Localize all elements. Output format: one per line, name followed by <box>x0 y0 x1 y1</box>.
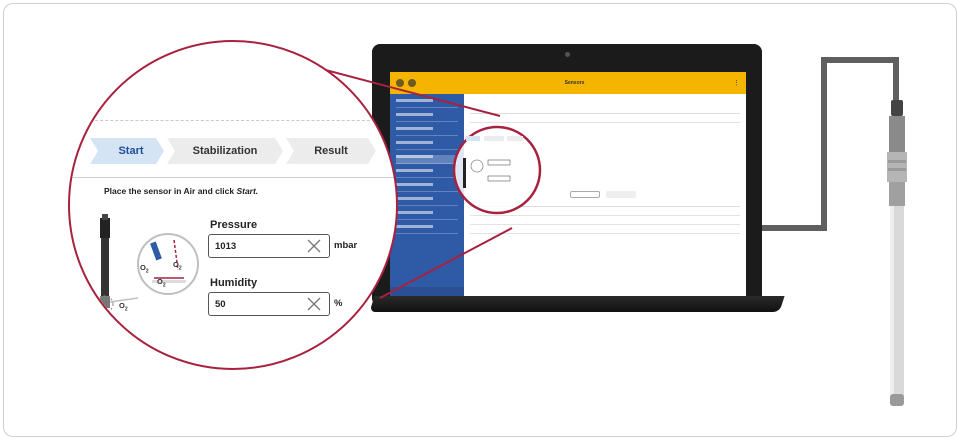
nav-item[interactable] <box>396 113 458 122</box>
instruction-text: Place the sensor in Air and click Start. <box>104 186 258 196</box>
humidity-unit: % <box>334 298 343 309</box>
o2-label-sub: 2 <box>124 306 128 313</box>
o2-label-sub: 2 <box>95 297 99 304</box>
divider <box>70 177 396 178</box>
home-icon[interactable] <box>408 79 416 87</box>
clear-icon[interactable] <box>307 297 321 311</box>
pressure-value: 1013 <box>215 240 237 252</box>
laptop-screen: Sensors ⋮ <box>390 72 746 299</box>
wizard-steps: Start Stabilization Result <box>90 138 376 164</box>
nav-item[interactable] <box>396 141 458 150</box>
content-row <box>470 114 740 123</box>
laptop-base <box>369 296 785 312</box>
content-row <box>470 207 740 216</box>
nav-item[interactable] <box>396 127 458 136</box>
humidity-input[interactable]: 50 <box>208 292 330 316</box>
laptop: Sensors ⋮ <box>372 44 762 306</box>
nav-item[interactable] <box>396 211 458 220</box>
o2-label: O2 <box>103 312 112 324</box>
nav-item[interactable] <box>396 183 458 192</box>
pressure-unit: mbar <box>334 240 358 251</box>
o2-label: O2 <box>140 263 149 275</box>
app-header: Sensors ⋮ <box>390 72 746 94</box>
sensor-illustration <box>96 214 199 313</box>
mini-start-button[interactable] <box>570 191 600 198</box>
instruction-prefix: Place the sensor in Air and click <box>104 186 237 196</box>
nav-item[interactable] <box>396 225 458 234</box>
o2-label: O2 <box>157 277 166 289</box>
magnified-view: Start Stabilization Result Place the sen… <box>68 40 398 370</box>
step-start[interactable]: Start <box>90 138 164 164</box>
nav-item[interactable] <box>396 99 458 108</box>
o2-label-sub: 2 <box>162 282 166 289</box>
humidity-value: 50 <box>215 298 226 310</box>
o2-label-sub: 2 <box>145 268 149 275</box>
nav-item[interactable] <box>396 169 458 178</box>
side-navigation <box>390 94 464 299</box>
sensor-info-row <box>470 94 740 114</box>
pressure-input[interactable]: 1013 <box>208 234 330 258</box>
more-icon[interactable]: ⋮ <box>733 79 740 87</box>
app-title: Sensors <box>564 80 585 86</box>
back-icon[interactable] <box>396 79 404 87</box>
step-stabilization[interactable]: Stabilization <box>167 138 283 164</box>
instruction-action: Start. <box>236 186 259 196</box>
o2-label: O2 <box>119 301 128 313</box>
mini-cancel-button[interactable] <box>606 191 636 198</box>
clear-icon[interactable] <box>307 239 321 253</box>
o2-label: O2 <box>90 292 99 304</box>
oxygen-sensor-probe <box>887 100 907 406</box>
calibration-panel <box>470 123 740 207</box>
o2-label-sub: 2 <box>108 317 112 324</box>
content-row <box>470 216 740 225</box>
pressure-label: Pressure <box>210 219 258 231</box>
content-row <box>470 225 740 234</box>
nav-item-active[interactable] <box>396 155 458 164</box>
divider-dashed <box>70 120 396 121</box>
humidity-label: Humidity <box>210 277 258 289</box>
screen-content <box>464 94 746 299</box>
o2-label-sub: 2 <box>178 265 182 272</box>
webcam <box>565 52 570 57</box>
nav-item[interactable] <box>396 197 458 206</box>
o2-label: O2 <box>173 260 182 272</box>
step-result[interactable]: Result <box>286 138 376 164</box>
